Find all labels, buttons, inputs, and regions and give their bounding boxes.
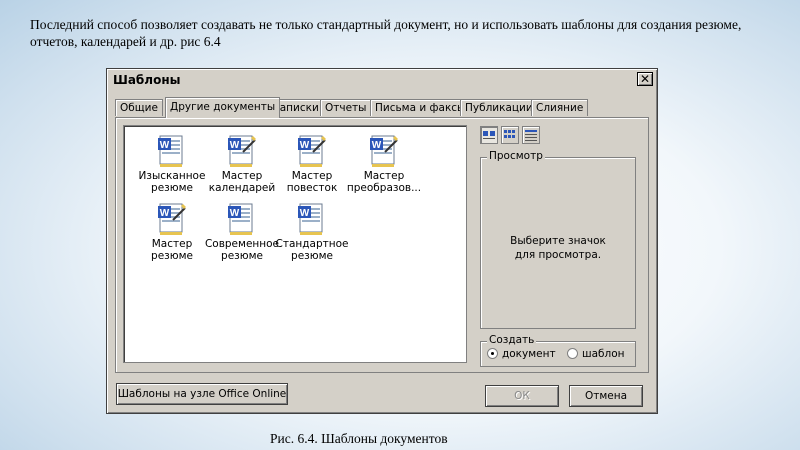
- svg-text:W: W: [160, 140, 170, 151]
- ok-button[interactable]: ОК: [485, 385, 559, 407]
- svg-text:W: W: [230, 140, 240, 151]
- template-item-conversion-wizard[interactable]: W Мастер преобразов...: [346, 134, 422, 194]
- radio-button[interactable]: [487, 348, 498, 359]
- svg-text:W: W: [230, 208, 240, 219]
- template-label: Мастер преобразов...: [346, 170, 422, 194]
- details-view-icon: [525, 130, 537, 141]
- tab-publications[interactable]: Публикации: [460, 99, 538, 116]
- svg-text:W: W: [372, 140, 382, 151]
- template-label: Мастер повесток: [286, 170, 338, 194]
- list-view-icon: [504, 130, 515, 138]
- intro-paragraph: Последний способ позволяет создавать не …: [30, 17, 742, 49]
- list-view-button[interactable]: [501, 126, 519, 144]
- large-icons-view-icon: [483, 131, 495, 139]
- word-template-icon: W: [158, 135, 183, 167]
- figure-caption: Рис. 6.4. Шаблоны документов: [270, 431, 448, 446]
- word-wizard-icon: W: [370, 135, 398, 167]
- word-wizard-icon: W: [298, 135, 326, 167]
- template-label: Современное резюме: [204, 238, 280, 262]
- word-template-icon: W: [228, 203, 253, 235]
- templates-list[interactable]: W Изысканное резюме W Мастер календарей W: [123, 125, 467, 363]
- create-title: Создать: [487, 334, 537, 346]
- tab-letters-faxes[interactable]: Письма и факсы: [370, 99, 471, 116]
- radio-button[interactable]: [567, 348, 578, 359]
- radio-document[interactable]: документ: [487, 348, 556, 360]
- close-button[interactable]: ✕: [637, 72, 653, 86]
- preview-message: Выберите значок для просмотра.: [510, 235, 606, 261]
- create-group: Создать документ шаблон: [480, 334, 636, 367]
- svg-text:W: W: [300, 208, 310, 219]
- template-item-calendar-wizard[interactable]: W Мастер календарей: [204, 134, 280, 194]
- tab-general[interactable]: Общие: [115, 99, 163, 116]
- preview-title: Просмотр: [487, 150, 545, 162]
- word-wizard-icon: W: [228, 135, 256, 167]
- tab-reports[interactable]: Отчеты: [320, 99, 372, 116]
- template-item-elegant-resume[interactable]: W Изысканное резюме: [134, 134, 210, 194]
- preview-group: Просмотр Выберите значок для просмотра.: [480, 150, 636, 329]
- office-online-templates-button[interactable]: Шаблоны на узле Office Online: [116, 383, 288, 405]
- template-item-agenda-wizard[interactable]: W Мастер повесток: [274, 134, 350, 194]
- template-item-resume-wizard[interactable]: W Мастер резюме: [134, 202, 210, 262]
- templates-dialog: Шаблоны ✕ Общие Другие документы Записки…: [106, 68, 658, 414]
- template-label: Мастер резюме: [151, 238, 193, 262]
- radio-template[interactable]: шаблон: [567, 348, 625, 360]
- dialog-title: Шаблоны: [113, 73, 181, 87]
- template-label: Изысканное резюме: [138, 170, 206, 194]
- tab-other-documents[interactable]: Другие документы: [165, 97, 281, 118]
- template-label: Мастер календарей: [208, 170, 276, 194]
- large-icons-view-button[interactable]: [480, 126, 498, 144]
- svg-text:W: W: [160, 208, 170, 219]
- template-label: Стандартное резюме: [275, 238, 349, 262]
- tab-merge[interactable]: Слияние: [531, 99, 589, 116]
- title-bar[interactable]: Шаблоны ✕: [109, 71, 655, 89]
- template-item-modern-resume[interactable]: W Современное резюме: [204, 202, 280, 262]
- svg-text:W: W: [300, 140, 310, 151]
- template-item-standard-resume[interactable]: W Стандартное резюме: [274, 202, 350, 262]
- word-template-icon: W: [298, 203, 323, 235]
- close-icon: ✕: [639, 72, 651, 86]
- cancel-button[interactable]: Отмена: [569, 385, 643, 407]
- word-wizard-icon: W: [158, 203, 186, 235]
- details-view-button[interactable]: [522, 126, 540, 144]
